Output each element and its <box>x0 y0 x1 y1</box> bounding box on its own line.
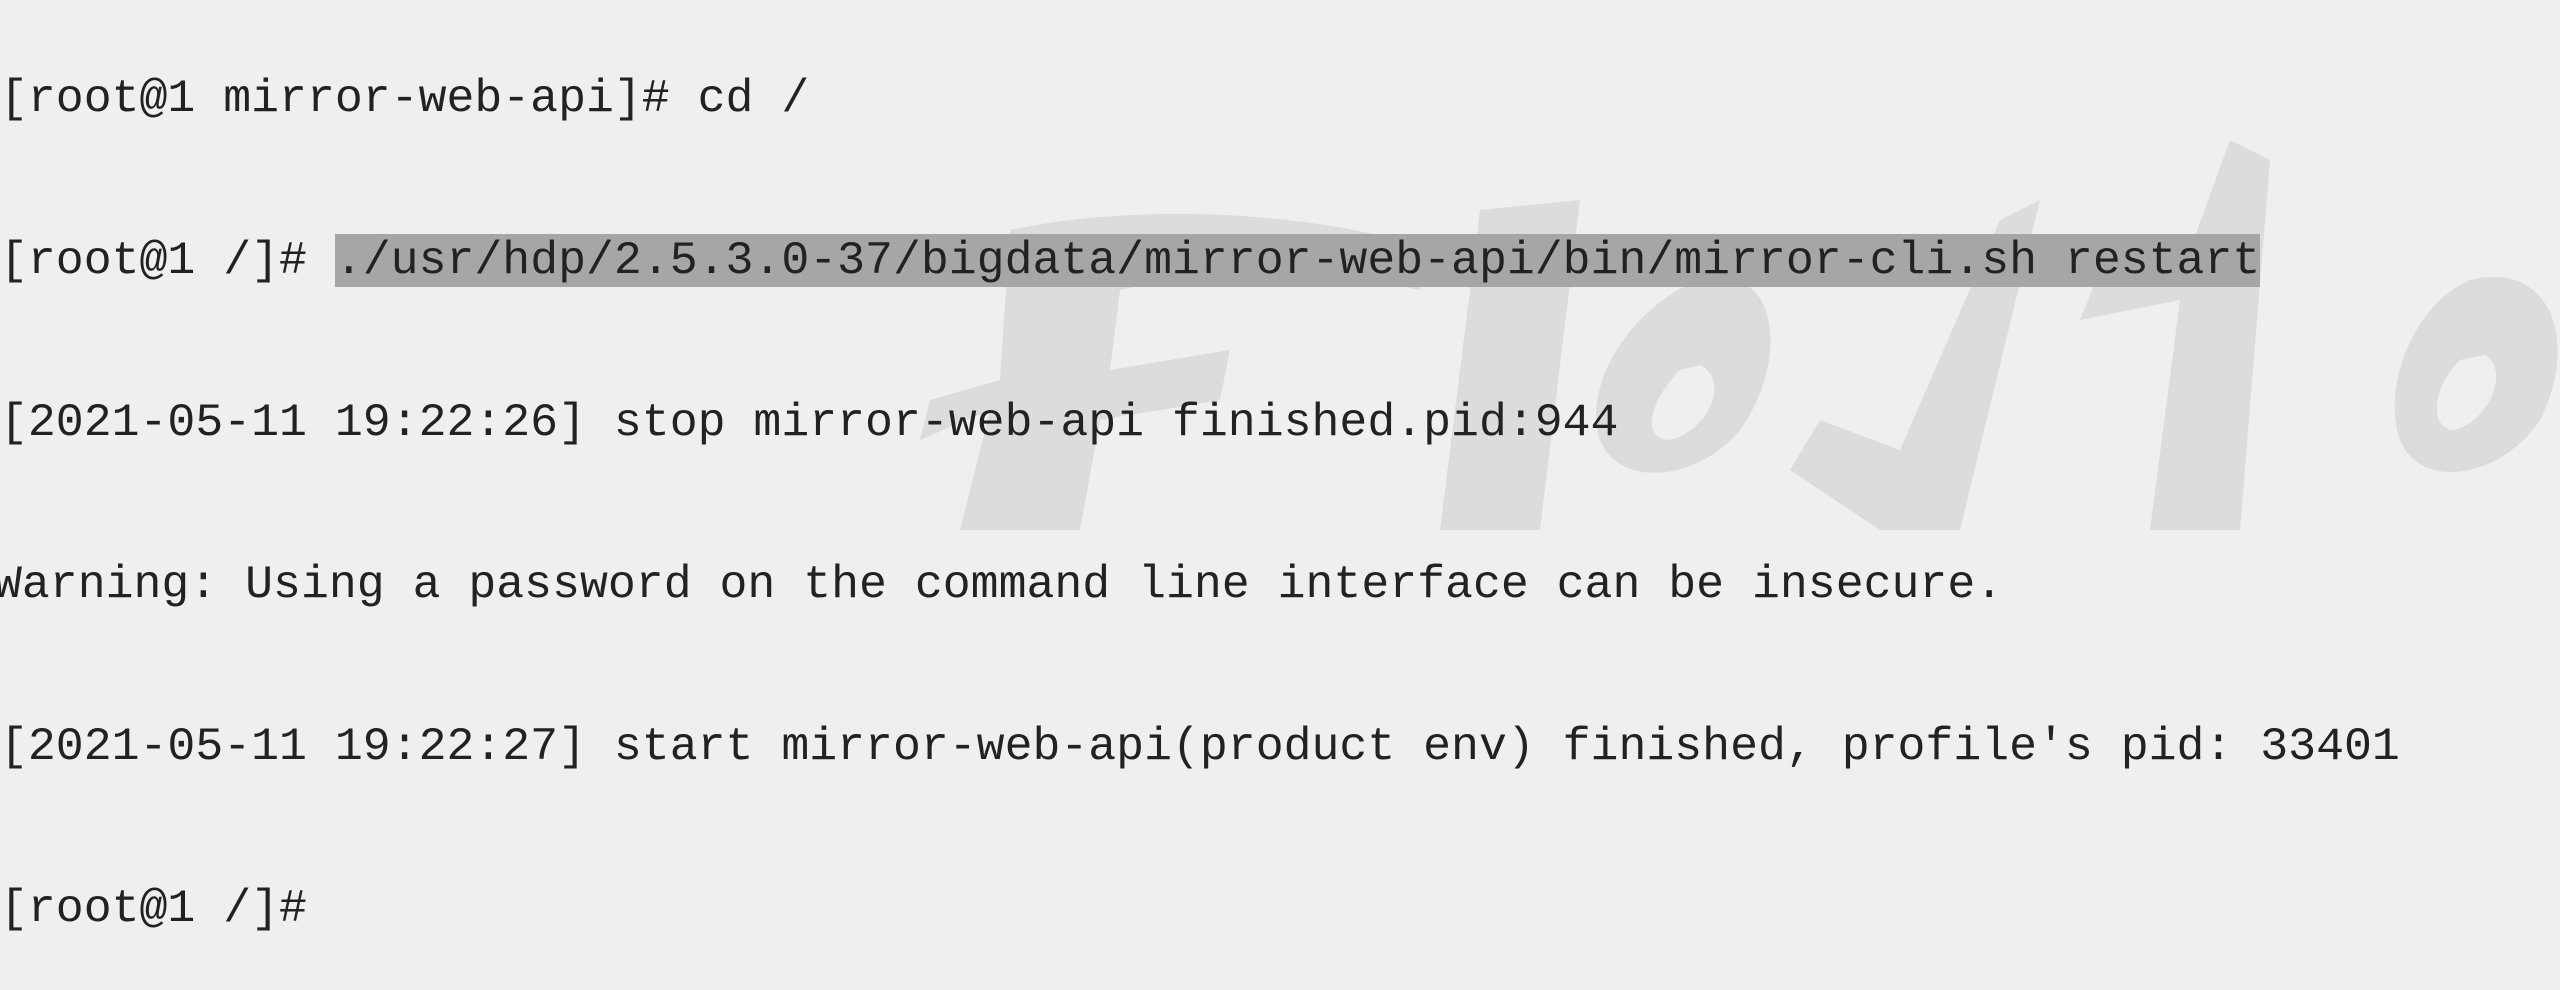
terminal-line-stop: [2021-05-11 19:22:26] stop mirror-web-ap… <box>0 396 1619 449</box>
terminal-line-command: [root@1 /]# ./usr/hdp/2.5.3.0-37/bigdata… <box>0 234 2400 288</box>
selected-command-text[interactable]: ./usr/hdp/2.5.3.0-37/bigdata/mirror-web-… <box>334 234 2261 287</box>
terminal-line-warning: Warning: Using a password on the command… <box>0 558 2004 611</box>
terminal-line-prev-command: [root@1 mirror-web-api]# cd / <box>0 72 810 125</box>
terminal-output[interactable]: [root@1 mirror-web-api]# cd / [root@1 /]… <box>0 0 2400 990</box>
shell-prompt: [root@1 /]# <box>0 234 335 287</box>
terminal-line-final-prompt: [root@1 /]# <box>0 882 307 935</box>
terminal-line-start: [2021-05-11 19:22:27] start mirror-web-a… <box>0 720 2400 773</box>
